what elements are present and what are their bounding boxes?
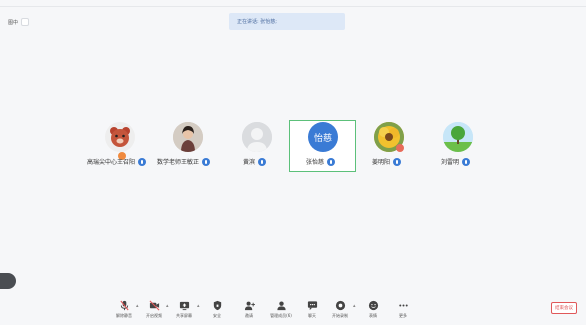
toolbar-label: 开始录制 [332, 313, 348, 318]
participant-gallery: 高瑞尖中心王召阳 数学老师王敏正 黄滨 怡慈 张怡慈 姜明阳 刘雷明 [0, 122, 586, 172]
recording-indicator[interactable]: 图中 [8, 18, 30, 26]
participant-tile[interactable]: 姜明阳 [372, 122, 412, 172]
participant-name: 黄滨 [243, 159, 256, 166]
screen-share-icon [179, 301, 189, 311]
meeting-toolbar: 解除静音 ▴ 开启视频 ▴ 共享屏幕 ▴ 安全 邀请 管理成员(6) 聊天 开始… [0, 298, 586, 325]
side-panel-toggle[interactable] [0, 273, 16, 289]
toolbar-label: 表情 [369, 313, 377, 318]
end-meeting-button[interactable]: 结束会议 [551, 302, 577, 314]
participant-name-row: 高瑞尖中心王召阳 [87, 157, 147, 166]
mic-icon [327, 157, 336, 166]
default-person-avatar [242, 122, 272, 152]
mic-icon [202, 157, 211, 166]
emoji-icon [368, 300, 378, 311]
window-top-divider [0, 6, 586, 7]
chevron-up-icon[interactable]: ▴ [353, 303, 356, 309]
participant-name: 张怡慈 [306, 159, 325, 166]
mic-icon [393, 157, 402, 166]
text-avatar: 怡慈 [308, 122, 338, 152]
toolbar-label: 邀请 [245, 313, 253, 318]
toolbar-label: 开启视频 [146, 313, 162, 318]
security-button[interactable]: 安全 [203, 298, 231, 324]
reactions-button[interactable]: 表情 [359, 298, 387, 324]
chat-button[interactable]: 聊天 [298, 298, 326, 324]
shield-icon [213, 300, 221, 311]
end-meeting-label: 结束会议 [555, 306, 573, 311]
video-off-icon [149, 300, 159, 311]
start-video-button[interactable]: 开启视频 [140, 298, 168, 324]
participant-name-row: 张怡慈 [306, 157, 336, 166]
chat-icon [307, 301, 317, 311]
more-icon [398, 304, 408, 307]
toolbar-label: 聊天 [308, 313, 316, 318]
speaking-banner-text: 正在讲话: 张怡慈; [237, 19, 277, 25]
participant-name: 数学老师王敏正 [157, 159, 200, 166]
chevron-up-icon[interactable]: ▴ [136, 303, 139, 309]
mic-icon [138, 157, 147, 166]
toolbar-label: 解除静音 [116, 313, 132, 318]
record-icon [335, 300, 345, 311]
speaker-badge-icon [396, 144, 404, 152]
toolbar-label: 共享屏幕 [176, 313, 192, 318]
toolbar-label: 更多 [399, 313, 407, 318]
participant-name-row: 姜明阳 [372, 157, 402, 166]
photo-avatar [173, 122, 203, 152]
toolbar-label: 安全 [213, 313, 221, 318]
participant-tile[interactable]: 高瑞尖中心王召阳 [87, 122, 157, 172]
tree-avatar [443, 122, 473, 152]
participant-name: 高瑞尖中心王召阳 [87, 159, 136, 166]
participant-name-row: 刘雷明 [441, 157, 471, 166]
participant-name-row: 黄滨 [243, 157, 267, 166]
bear-avatar [105, 122, 135, 152]
participant-tile-active[interactable]: 怡慈 张怡慈 [300, 122, 346, 172]
start-recording-button[interactable]: 开始录制 [326, 298, 354, 324]
mic-icon [258, 157, 267, 166]
mic-muted-icon [119, 300, 129, 311]
speaking-banner: 正在讲话: 张怡慈; [229, 13, 345, 30]
participant-name: 姜明阳 [372, 159, 391, 166]
toolbar-label: 管理成员(6) [270, 313, 292, 318]
participant-name: 刘雷明 [441, 159, 460, 166]
avatar-text: 怡慈 [313, 133, 332, 144]
participant-tile[interactable]: 刘雷明 [440, 122, 480, 172]
participant-name-row: 数学老师王敏正 [157, 157, 211, 166]
chevron-up-icon[interactable]: ▴ [197, 303, 200, 309]
invite-button[interactable]: 邀请 [235, 298, 263, 324]
chevron-up-icon[interactable]: ▴ [166, 303, 169, 309]
more-button[interactable]: 更多 [389, 298, 417, 324]
members-icon [276, 301, 286, 311]
unmute-button[interactable]: 解除静音 [110, 298, 138, 324]
recording-toggle[interactable] [21, 18, 30, 26]
recording-label: 图中 [8, 19, 19, 26]
manage-members-button[interactable]: 管理成员(6) [264, 298, 298, 324]
add-person-icon [244, 301, 255, 311]
participant-tile[interactable]: 数学老师王敏正 [157, 122, 219, 172]
mic-icon [462, 157, 471, 166]
participant-tile[interactable]: 黄滨 [238, 122, 278, 172]
share-screen-button[interactable]: 共享屏幕 [170, 298, 198, 324]
